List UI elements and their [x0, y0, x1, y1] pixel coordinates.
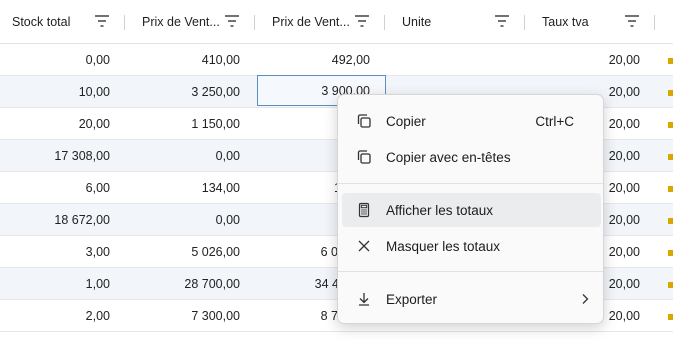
menu-item-label: Masquer les totaux [386, 238, 501, 254]
cell-stock-total[interactable]: 0,00 [0, 44, 110, 76]
column-header-unite[interactable]: Unite [402, 0, 492, 44]
cell-marker [668, 218, 673, 224]
menu-item-label: Exporter [386, 291, 438, 307]
cell-stock-total[interactable]: 1,00 [0, 268, 110, 300]
cell-prix-vente-1[interactable]: 134,00 [126, 172, 240, 204]
cell-stock-total[interactable]: 2,00 [0, 300, 110, 332]
column-divider[interactable] [654, 15, 655, 30]
table-row[interactable]: 0,00 410,00 492,00 20,00 [0, 44, 673, 76]
grid-header: Stock total Prix de Vent... Prix de Vent… [0, 0, 673, 44]
cell-marker [668, 282, 673, 288]
cell-prix-vente-1[interactable]: 3 250,00 [126, 76, 240, 108]
column-header-label: Prix de Vent... [272, 15, 350, 29]
filter-icon[interactable] [95, 15, 109, 27]
column-header-label: Unite [402, 15, 432, 29]
cell-prix-vente-1[interactable]: 410,00 [126, 44, 240, 76]
column-divider[interactable] [384, 15, 385, 30]
cell-marker [668, 58, 673, 64]
filter-icon[interactable] [225, 15, 239, 27]
cell-marker [668, 90, 673, 96]
copy-icon [357, 114, 371, 128]
cell-prix-vente-2[interactable]: 34 4 [256, 268, 339, 300]
menu-divider [338, 271, 603, 272]
cell-prix-vente-1[interactable]: 5 026,00 [126, 236, 240, 268]
cell-marker [668, 314, 673, 320]
cell-prix-vente-1[interactable]: 0,00 [126, 204, 240, 236]
column-header-stock-total[interactable]: Stock total [12, 0, 97, 44]
menu-item-label: Afficher les totaux [386, 202, 494, 218]
cell-prix-vente-2[interactable]: 8 7 [256, 300, 338, 332]
column-header-taux-tva[interactable]: Taux tva [542, 0, 622, 44]
menu-item-label: Copier [386, 113, 426, 129]
cell-marker [668, 186, 673, 192]
cell-stock-total[interactable]: 20,00 [0, 108, 110, 140]
menu-item-show-totals[interactable]: Afficher les totaux [342, 193, 601, 227]
cell-stock-total[interactable]: 10,00 [0, 76, 110, 108]
chevron-right-icon [582, 294, 589, 304]
calculator-icon [358, 202, 370, 218]
cell-stock-total[interactable]: 3,00 [0, 236, 110, 268]
column-divider[interactable] [124, 15, 125, 30]
column-divider[interactable] [254, 15, 255, 30]
cell-prix-vente-1[interactable]: 7 300,00 [126, 300, 240, 332]
cell-marker [668, 122, 673, 128]
cell-stock-total[interactable]: 6,00 [0, 172, 110, 204]
cell-marker [668, 250, 673, 256]
menu-item-export[interactable]: Exporter [342, 282, 601, 316]
cell-stock-total[interactable]: 17 308,00 [0, 140, 110, 172]
cell-prix-vente-1[interactable]: 0,00 [126, 140, 240, 172]
cell-taux-tva[interactable]: 20,00 [525, 44, 640, 76]
cell-prix-vente-2[interactable]: 492,00 [256, 44, 370, 76]
menu-item-hide-totals[interactable]: Masquer les totaux [342, 229, 601, 263]
cell-marker [668, 154, 673, 160]
column-header-prix-vente-1[interactable]: Prix de Vent... [142, 0, 227, 44]
copy-icon [357, 150, 371, 164]
cell-prix-vente-1[interactable]: 1 150,00 [126, 108, 240, 140]
filter-icon[interactable] [625, 15, 639, 27]
menu-item-copy[interactable]: Copier Ctrl+C [342, 104, 601, 138]
filter-icon[interactable] [355, 15, 369, 27]
cell-prix-vente-1[interactable]: 28 700,00 [126, 268, 240, 300]
close-icon [358, 240, 370, 252]
menu-divider [338, 183, 603, 184]
column-header-label: Taux tva [542, 15, 589, 29]
column-header-label: Stock total [12, 15, 71, 29]
context-menu: Copier Ctrl+C Copier avec en-têtes Affic… [337, 94, 604, 324]
column-header-label: Prix de Vent... [142, 15, 220, 29]
filter-icon[interactable] [495, 15, 509, 27]
menu-item-copy-with-headers[interactable]: Copier avec en-têtes [342, 140, 601, 174]
download-icon [359, 293, 369, 306]
menu-item-label: Copier avec en-têtes [386, 149, 511, 165]
column-divider[interactable] [524, 15, 525, 30]
column-header-prix-vente-2[interactable]: Prix de Vent... [272, 0, 357, 44]
menu-item-shortcut: Ctrl+C [535, 113, 574, 129]
cell-stock-total[interactable]: 18 672,00 [0, 204, 110, 236]
cell-prix-vente-2[interactable]: 1 [256, 172, 341, 204]
cell-prix-vente-2[interactable]: 6 0 [256, 236, 338, 268]
